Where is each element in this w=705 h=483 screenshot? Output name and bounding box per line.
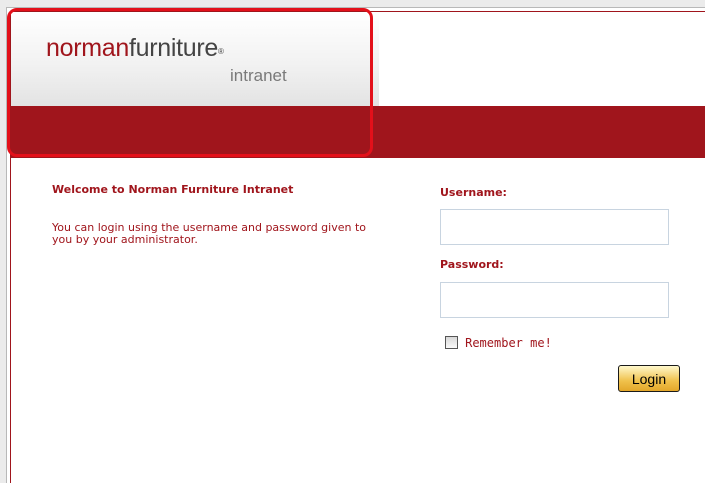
remember-me-label[interactable]: Remember me! xyxy=(465,336,552,350)
password-label: Password: xyxy=(440,258,504,271)
logo-highlight-box xyxy=(7,8,373,157)
remember-me-checkbox[interactable] xyxy=(445,336,458,349)
username-input[interactable] xyxy=(440,209,669,245)
login-button[interactable]: Login xyxy=(618,365,680,392)
password-input[interactable] xyxy=(440,282,669,318)
username-label: Username: xyxy=(440,186,507,199)
remember-me[interactable]: Remember me! xyxy=(445,332,552,351)
welcome-title: Welcome to Norman Furniture Intranet xyxy=(52,183,294,196)
welcome-text: You can login using the username and pas… xyxy=(52,221,366,246)
